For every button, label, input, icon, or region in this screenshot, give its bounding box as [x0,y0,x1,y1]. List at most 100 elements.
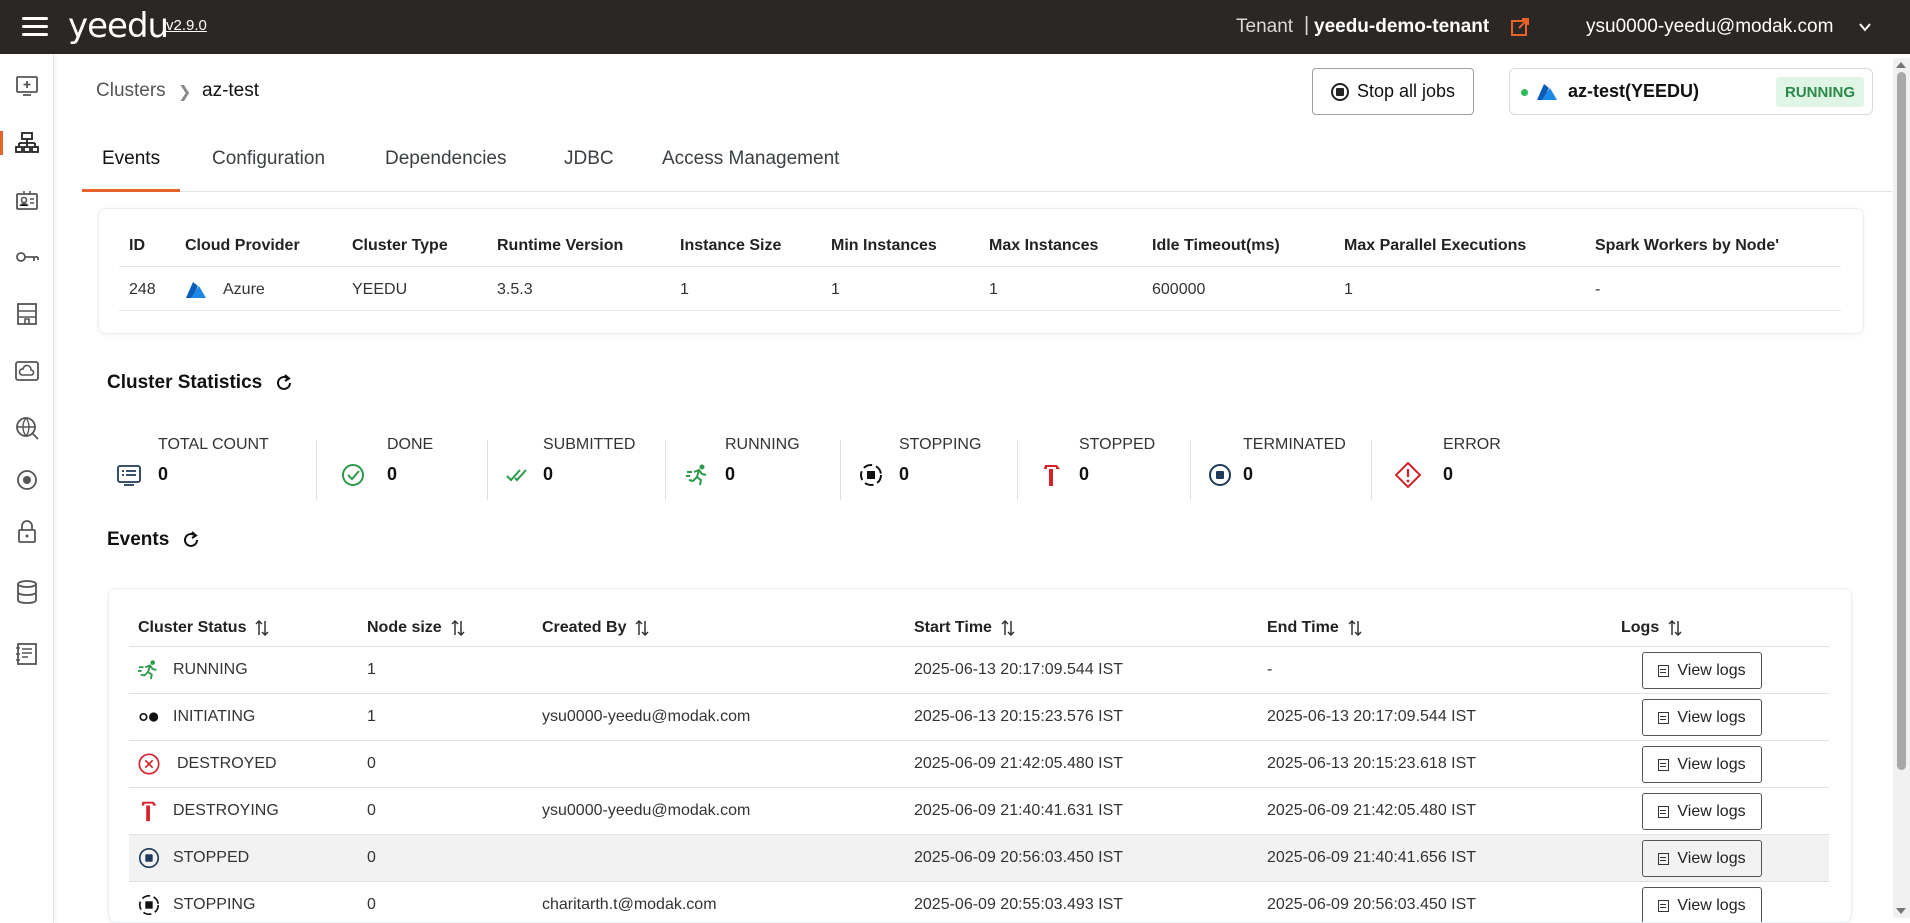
info-header: Spark Workers by Node' [1595,237,1780,254]
stopping-icon [860,464,882,486]
column-header-end-time[interactable]: End Time [1267,619,1363,637]
azure-icon [1537,84,1557,100]
end-time-cell: 2025-06-09 20:56:03.450 IST [1267,896,1477,913]
breadcrumb-chevron-icon: ❯ [178,84,192,101]
sidebar-item-notebooks[interactable] [0,634,54,674]
column-header-logs[interactable]: Logs [1621,619,1683,637]
end-time-cell: 2025-06-09 21:42:05.480 IST [1267,802,1477,819]
refresh-icon[interactable] [180,529,202,551]
end-time-cell: 2025-06-13 20:15:23.618 IST [1267,755,1477,772]
stat-divider [665,440,666,500]
tab-access-management[interactable]: Access Management [662,148,839,170]
document-icon [1658,805,1670,818]
app-logo[interactable]: yeedu [68,6,169,46]
node-size-cell: 1 [367,661,376,678]
column-header-created-by[interactable]: Created By [542,619,650,637]
stat-value: 0 [158,464,169,484]
sort-icon[interactable] [254,619,270,637]
add-screen-icon [16,76,38,96]
stat-divider [316,440,317,500]
end-time-cell: 2025-06-13 20:17:09.544 IST [1267,708,1477,725]
refresh-icon[interactable] [273,372,295,394]
key-icon [16,252,39,262]
stat-label: STOPPING [899,436,982,453]
info-header: ID [129,237,145,254]
sidebar-item-security[interactable] [0,512,54,552]
vertical-scrollbar[interactable] [1893,58,1910,918]
error-diamond-icon [1395,462,1421,488]
cluster-icon [15,132,39,153]
chevron-down-icon[interactable] [1858,20,1872,34]
column-header-node-size[interactable]: Node size [367,619,466,637]
table-header: Cluster Status Node size Created By Star… [129,613,1829,647]
sidebar-item-users[interactable] [0,180,54,220]
scroll-down-icon[interactable] [1896,908,1906,914]
scroll-thumb[interactable] [1897,72,1906,770]
start-time-cell: 2025-06-09 20:55:03.493 IST [914,896,1124,913]
start-time-cell: 2025-06-13 20:17:09.544 IST [914,661,1124,678]
stat-divider [1017,440,1018,500]
table-row: INITIATING 1 ysu0000-yeedu@modak.com 202… [129,694,1829,741]
breadcrumb-clusters[interactable]: Clusters [96,80,166,102]
sidebar-item-database[interactable] [0,572,54,612]
sort-icon[interactable] [1347,619,1363,637]
menu-icon[interactable] [22,17,48,37]
view-logs-button[interactable]: View logs [1642,746,1762,783]
events-title: Events [107,529,170,550]
sort-icon[interactable] [450,619,466,637]
sidebar-item-workspace[interactable] [0,66,54,106]
sort-icon[interactable] [1667,619,1683,637]
tab-dependencies[interactable]: Dependencies [385,148,506,170]
stat-divider [1371,440,1372,500]
sidebar-item-tenants[interactable] [0,294,54,334]
app-version[interactable]: v2.9.0 [166,17,207,34]
stat-value: 0 [899,464,910,484]
sidebar-item-network[interactable] [0,408,54,448]
info-cell: Azure [223,281,265,298]
table-row: RUNNING 1 2025-06-13 20:17:09.544 IST - … [129,647,1829,694]
view-logs-button[interactable]: View logs [1642,840,1762,877]
stat-label: RUNNING [725,436,800,453]
sidebar-item-cloud[interactable] [0,351,54,391]
status-cell: RUNNING [173,661,248,678]
info-header: Cloud Provider [185,237,300,254]
column-header-label: Node size [367,619,442,636]
view-logs-label: View logs [1677,661,1746,679]
user-email[interactable]: ysu0000-yeedu@modak.com [1586,16,1833,38]
stat-stopped: STOPPED 0 [1039,436,1189,502]
info-cell: 1 [680,281,689,298]
sidebar-item-monitoring[interactable] [0,460,54,500]
tab-configuration[interactable]: Configuration [212,148,325,170]
status-cell: DESTROYING [173,802,279,819]
info-header: Max Instances [989,237,1099,254]
top-bar: yeedu v2.9.0 Tenant | yeedu-demo-tenant … [0,0,1910,54]
info-header-row: ID Cloud Provider Cluster Type Runtime V… [119,223,1841,267]
view-logs-button[interactable]: View logs [1642,793,1762,830]
info-header: Max Parallel Executions [1344,237,1527,254]
sidebar-item-credentials[interactable] [0,237,54,277]
tab-jdbc[interactable]: JDBC [564,148,614,170]
tenant-separator: | [1304,14,1310,36]
status-dot [1521,89,1528,96]
status-cell: STOPPING [173,896,256,913]
view-logs-button[interactable]: View logs [1642,652,1762,689]
view-logs-button[interactable]: View logs [1642,699,1762,736]
column-header-start-time[interactable]: Start Time [914,619,1016,637]
stat-total-count: TOTAL COUNT 0 [116,436,316,502]
external-link-icon[interactable] [1510,17,1530,37]
sidebar-item-clusters[interactable] [0,123,54,163]
tab-events[interactable]: Events [102,148,160,170]
view-logs-button[interactable]: View logs [1642,887,1762,922]
sort-icon[interactable] [1000,619,1016,637]
scroll-up-icon[interactable] [1896,62,1906,68]
stop-all-jobs-button[interactable]: Stop all jobs [1312,68,1474,115]
stat-divider [1190,440,1191,500]
sort-icon[interactable] [634,619,650,637]
column-header-status[interactable]: Cluster Status [138,619,270,637]
column-header-label: Created By [542,619,627,636]
table-row: DESTROYED 0 2025-06-09 21:42:05.480 IST … [129,741,1829,788]
list-icon [117,465,141,486]
document-icon [1658,664,1670,677]
stat-error: ERROR 0 [1395,436,1545,502]
stat-running: RUNNING 0 [685,436,835,502]
